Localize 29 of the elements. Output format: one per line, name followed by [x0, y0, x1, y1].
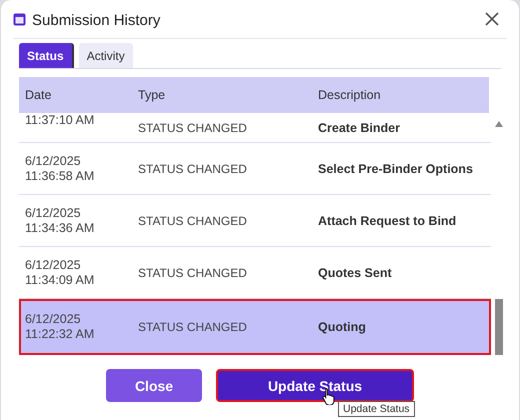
column-header: Date [25, 88, 52, 102]
description-cell-text: Quoting [318, 320, 367, 334]
date-cell-text: 6/12/2025 11:34:09 AM [25, 258, 96, 288]
type-cell-text: STATUS CHANGED [138, 266, 248, 280]
tab[interactable]: Status [19, 43, 74, 68]
tab[interactable]: Activity [78, 43, 133, 68]
date-cell-text: 6/12/2025 11:36:58 AM [25, 154, 96, 184]
calendar-icon [13, 12, 26, 26]
description-cell-text: Create Binder [318, 120, 401, 134]
type-cell-text: STATUS CHANGED [138, 214, 248, 228]
description-cell-text: Select Pre-Binder Options [318, 162, 474, 176]
date-cell-text: 11:37:10 AM [25, 113, 96, 128]
description-cell-text: Attach Request to Bind [318, 214, 458, 228]
table-row[interactable]: 11:37:10 AM STATUS CHANGED Create Binder [19, 113, 491, 143]
close-button[interactable]: Close [106, 369, 202, 402]
table-row[interactable]: 6/12/2025 11:22:32 AM STATUS CHANGED Quoting [19, 299, 491, 355]
close-button[interactable] [483, 10, 501, 28]
window-title: Submission History [32, 10, 162, 28]
scroll-up-icon [495, 121, 503, 127]
date-cell-text: 6/12/2025 11:34:36 AM [25, 206, 96, 236]
date-cell-text: 6/12/2025 11:22:32 AM [25, 312, 96, 342]
column-header: Description [318, 88, 382, 102]
scrollbar-thumb[interactable] [495, 299, 503, 355]
description-cell-text: Quotes Sent [318, 266, 393, 280]
column-header: Type [138, 88, 166, 102]
tooltip: Update Status [338, 401, 415, 417]
type-cell-text: STATUS CHANGED [138, 162, 248, 176]
type-cell-text: STATUS CHANGED [138, 120, 248, 134]
type-cell-text: STATUS CHANGED [138, 320, 248, 334]
